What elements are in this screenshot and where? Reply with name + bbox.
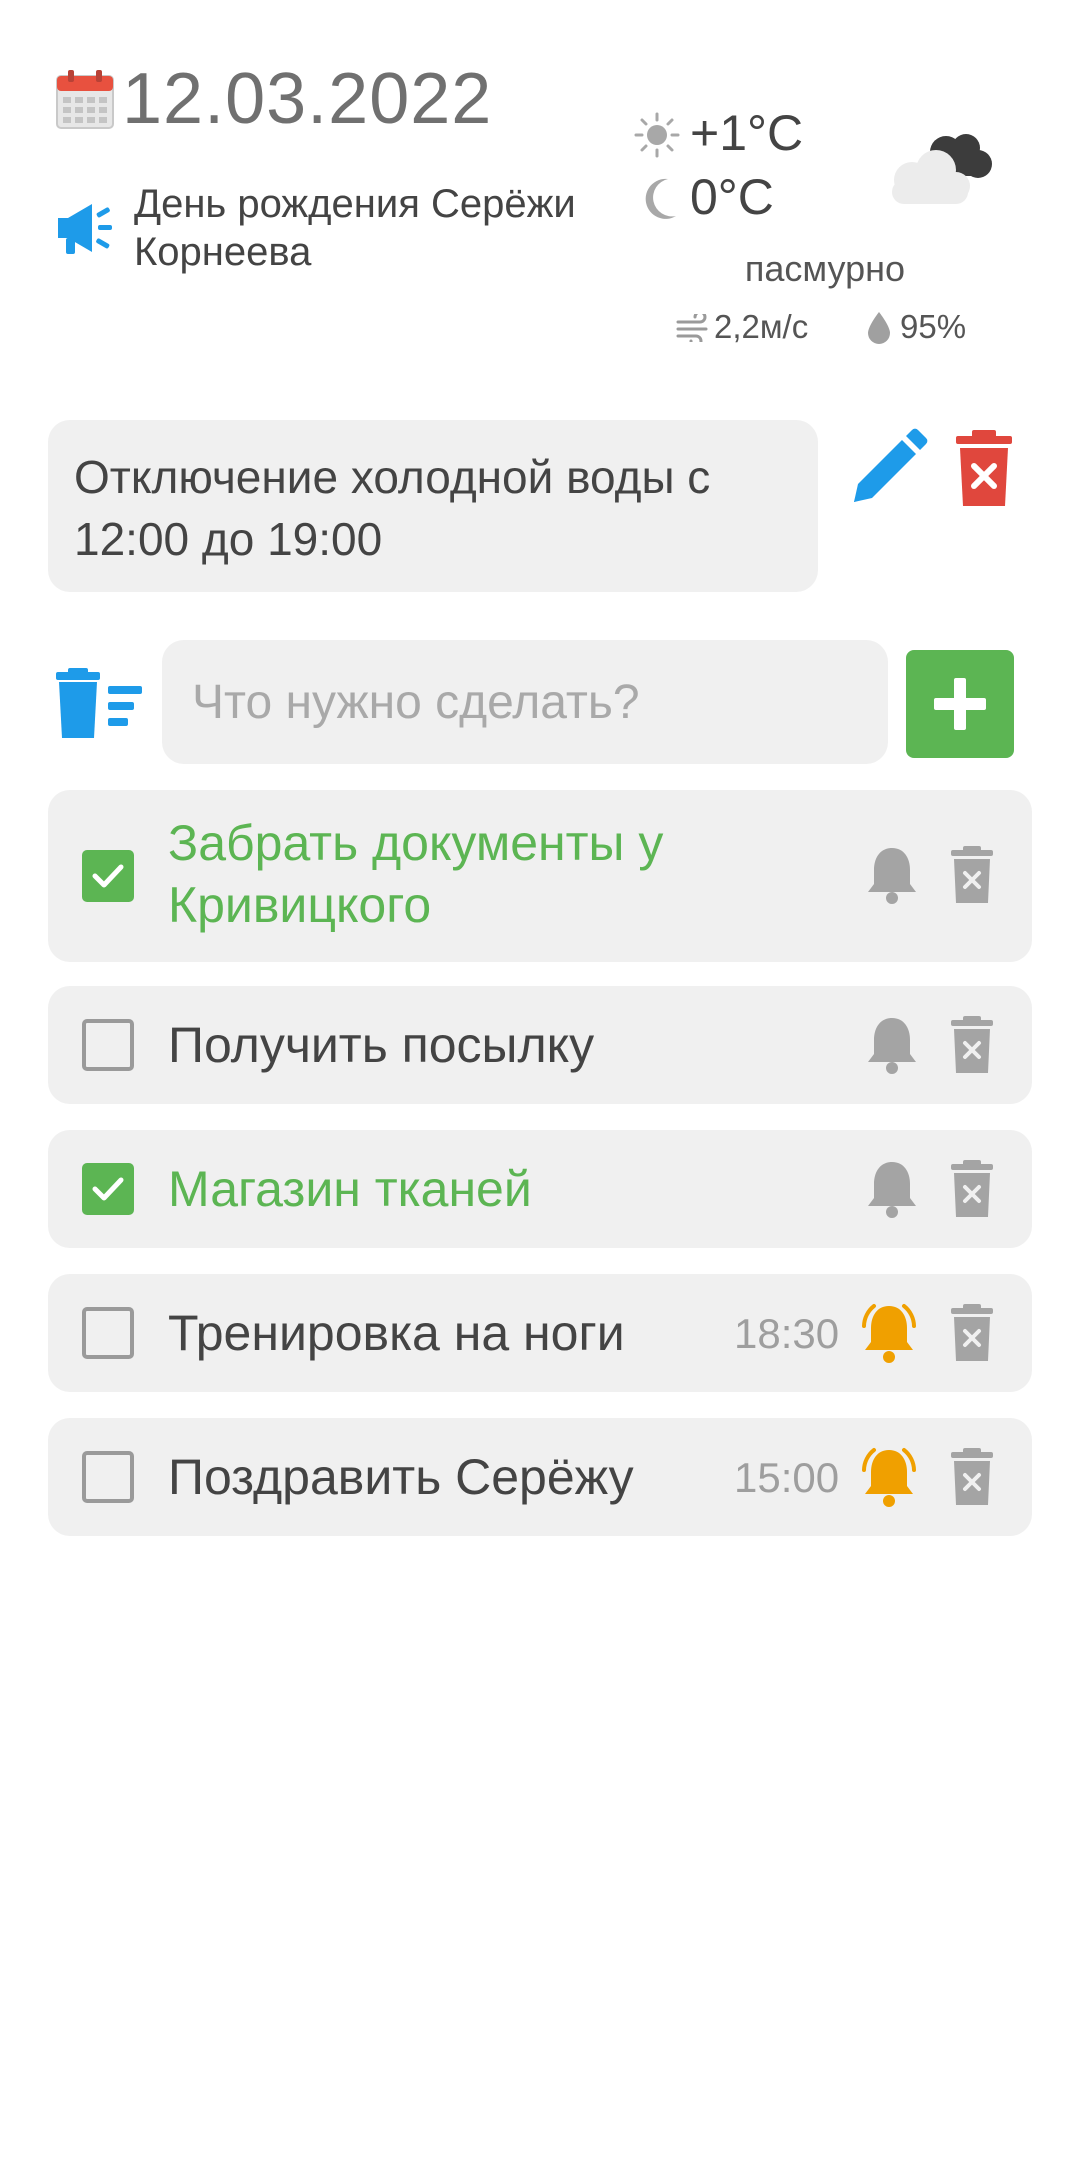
trash-icon[interactable] xyxy=(950,1016,994,1074)
note-text[interactable]: Отключение холодной воды с 12:00 до 19:0… xyxy=(48,420,818,592)
task-checkbox[interactable] xyxy=(82,850,134,902)
task-checkbox[interactable] xyxy=(82,1451,134,1503)
task-title: Поздравить Серёжу xyxy=(168,1449,634,1505)
trash-icon[interactable] xyxy=(950,1160,994,1218)
bell-icon[interactable] xyxy=(864,1158,920,1220)
task-item[interactable]: Тренировка на ноги 18:30 xyxy=(48,1274,1032,1392)
task-checkbox[interactable] xyxy=(82,1163,134,1215)
task-checkbox[interactable] xyxy=(82,1019,134,1071)
pencil-icon xyxy=(854,428,928,502)
delete-note-button[interactable] xyxy=(954,430,1014,508)
trash-icon[interactable] xyxy=(950,1448,994,1506)
date-text: 12.03.2022 xyxy=(122,59,493,139)
megaphone-icon xyxy=(58,204,112,254)
task-title: Получить посылку xyxy=(168,1017,595,1073)
task-item[interactable]: Поздравить Серёжу 15:00 xyxy=(48,1418,1032,1536)
event-text: День рождения Серёжи Корнеева xyxy=(134,182,576,274)
edit-note-button[interactable] xyxy=(848,428,928,508)
bell-icon[interactable] xyxy=(864,1014,920,1076)
night-temperature: 0°C xyxy=(690,169,774,225)
trash-icon xyxy=(956,430,1012,506)
plus-icon xyxy=(934,678,986,730)
task-title: Забрать документы у Кривицкого xyxy=(168,815,664,933)
task-item[interactable]: Получить посылку xyxy=(48,986,1032,1104)
wind-icon xyxy=(676,314,708,342)
checkmark-icon xyxy=(92,1177,124,1201)
task-item[interactable]: Забрать документы у Кривицкого xyxy=(48,790,1032,962)
alarm-bell-icon[interactable] xyxy=(858,1444,920,1510)
day-temperature: +1°C xyxy=(690,105,804,161)
task-item[interactable]: Магазин тканей xyxy=(48,1130,1032,1248)
task-reminder-time[interactable]: 15:00 xyxy=(734,1454,839,1502)
wind-speed: 2,2м/с xyxy=(714,308,809,345)
cloud-icon xyxy=(892,134,992,204)
task-checkbox[interactable] xyxy=(82,1307,134,1359)
weather-condition: пасмурно xyxy=(744,248,906,289)
calendar-icon xyxy=(56,70,114,129)
new-task-input[interactable] xyxy=(162,640,888,764)
bell-icon[interactable] xyxy=(864,844,920,906)
add-task-button[interactable] xyxy=(906,650,1014,758)
trash-icon[interactable] xyxy=(950,1304,994,1362)
moon-icon xyxy=(645,178,676,219)
humidity: 95% xyxy=(900,308,967,345)
trash-icon[interactable] xyxy=(950,846,994,904)
task-title: Тренировка на ноги xyxy=(168,1305,625,1361)
clear-list-icon[interactable] xyxy=(54,668,144,738)
task-reminder-time[interactable]: 18:30 xyxy=(734,1310,839,1358)
checkmark-icon xyxy=(92,864,124,888)
sun-icon xyxy=(634,112,680,158)
alarm-bell-icon[interactable] xyxy=(858,1300,920,1366)
task-title: Магазин тканей xyxy=(168,1161,532,1217)
drop-icon xyxy=(868,312,890,344)
